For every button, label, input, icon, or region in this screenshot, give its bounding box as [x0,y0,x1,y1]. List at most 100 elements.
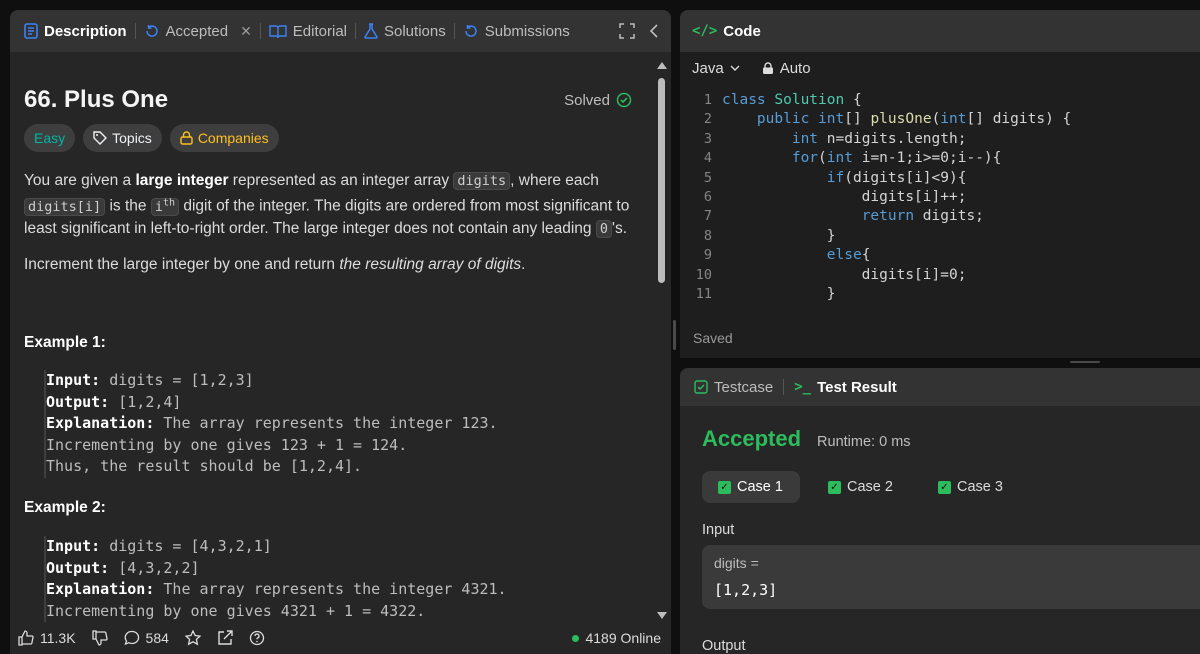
line-number: 5 [703,169,712,186]
case-1-tab[interactable]: ✓ Case 1 [702,471,800,503]
lock-icon [180,131,193,145]
line-number: 1 [703,92,712,108]
code-panel: </> Code Java Auto 1 class Solution { 2 p… [680,10,1200,358]
inline-code: ith [150,197,180,216]
horizontal-resize-handle[interactable] [1070,361,1100,363]
line-number: 2 [703,111,712,128]
auto-mode-toggle[interactable]: Auto [762,60,811,77]
scroll-down-arrow[interactable] [657,612,667,619]
tab-divider [355,23,356,39]
desc-italic: the resulting array of digits [339,256,522,273]
chevron-left-icon[interactable] [649,23,659,39]
code-text: class Solution { [722,92,862,108]
desc-text: , where each [510,172,599,189]
result-status: Accepted [702,426,802,451]
line-number: 10 [695,266,712,283]
tab-label: Testcase [714,378,774,396]
input-label: Input: [46,371,101,389]
code-text: digits[i]++; [722,188,967,205]
online-dot-icon [572,634,580,642]
check-icon: ✓ [718,480,731,494]
topics-button[interactable]: Topics [83,124,162,152]
result-summary: Accepted Runtime: 0 ms [702,426,911,452]
favorite-button[interactable] [184,630,201,646]
companies-button[interactable]: Companies [169,124,279,152]
like-button[interactable]: 11.3K [18,630,76,646]
tab-label: Solutions [384,22,446,40]
explanation-text: The array represents the integer 123. [154,414,498,432]
difficulty-label: Easy [34,130,66,146]
share-button[interactable] [217,630,233,646]
example-1-title: Example 1: [24,334,106,351]
test-tabs: Testcase >_ Test Result [680,368,1200,406]
like-count: 11.3K [40,630,76,646]
scroll-up-arrow[interactable] [657,62,667,69]
code-editor[interactable]: 1 class Solution { 2 public int[] plusOne… [680,92,1200,305]
code-line: 2 public int[] plusOne(int[] digits) { [680,111,1200,130]
comments-button[interactable]: 584 [123,630,169,646]
problem-panel: Description Accepted ✕ Editorial Solutio… [10,10,671,654]
input-section-label: Input [702,522,735,538]
tab-editorial[interactable]: Editorial [263,10,353,52]
tab-testcase[interactable]: Testcase [694,379,773,396]
language-select[interactable]: Java [692,60,740,77]
desc-text: represented as an integer array [228,172,454,189]
tab-label: Editorial [292,22,347,40]
difficulty-badge: Easy [24,124,76,152]
saved-status: Saved [693,330,733,346]
code-line: 9 else{ [680,247,1200,266]
tab-accepted[interactable]: Accepted ✕ [138,10,258,52]
case-3-tab[interactable]: ✓ Case 3 [922,471,1020,503]
code-header: </> Code [680,10,1200,52]
tab-divider [134,23,136,39]
test-panel: Testcase >_ Test Result Accepted Runtime… [680,368,1200,654]
example-2-title: Example 2: [24,499,106,516]
submissions-icon [464,25,477,37]
line-number: 7 [703,208,712,225]
code-line: 5 if(digits[i]<9){ [680,170,1200,189]
tab-label: Submissions [484,22,570,40]
solved-label: Solved [564,91,610,109]
thumbs-up-icon [18,630,34,646]
code-line: 1 class Solution { [680,92,1200,111]
inline-code: 0 [595,219,612,238]
problem-tags: Easy Topics Companies [24,124,279,152]
help-button[interactable] [249,630,265,646]
tab-description[interactable]: Description [18,10,133,52]
solved-status: Solved [564,92,632,109]
desc-text: 's. [611,219,627,237]
companies-label: Companies [197,130,269,146]
code-text: if(digits[i]<9){ [826,169,967,186]
example-1-block: Input: digits = [1,2,3] Output: [1,2,4] … [44,370,498,478]
problem-footer: 11.3K 584 4189 Online [10,622,671,654]
vertical-resize-handle[interactable] [673,320,676,350]
code-line: 7 return digits; [680,208,1200,227]
desc-text: Increment the large integer by one and r… [24,256,340,273]
code-icon: </> [692,23,718,39]
input-variable: digits = [714,555,759,571]
desc-text: . [521,256,526,273]
input-value: digits = [1,2,3] [100,371,254,389]
case-label: Case 1 [737,479,783,495]
output-label: Output: [46,392,110,411]
input-box: digits = [1,2,3] [702,545,1200,609]
input-value: [1,2,3] [714,581,778,599]
code-line: 6 digits[i]++; [680,189,1200,208]
close-icon[interactable]: ✕ [240,23,252,40]
fullscreen-icon[interactable] [619,23,635,39]
checkbox-icon [694,380,708,394]
dislike-button[interactable] [91,630,108,646]
explanation-text: The array represents the integer 4321. [154,580,507,598]
runtime-label: Runtime: 0 ms [817,434,911,450]
case-2-tab[interactable]: ✓ Case 2 [812,471,910,503]
tab-test-result[interactable]: >_ Test Result [794,379,897,396]
code-text: public int[] plusOne(int[] digits) { [756,111,1072,128]
problem-content: 66. Plus One Solved Easy Topics Companie… [10,52,660,632]
check-icon: ✓ [828,480,841,494]
scrollbar-thumb[interactable] [658,78,665,283]
tab-solutions[interactable]: Solutions [358,10,452,52]
help-icon [249,630,265,646]
explanation-label: Explanation: [46,414,155,432]
tab-submissions[interactable]: Submissions [457,10,576,52]
accepted-icon [145,25,158,37]
